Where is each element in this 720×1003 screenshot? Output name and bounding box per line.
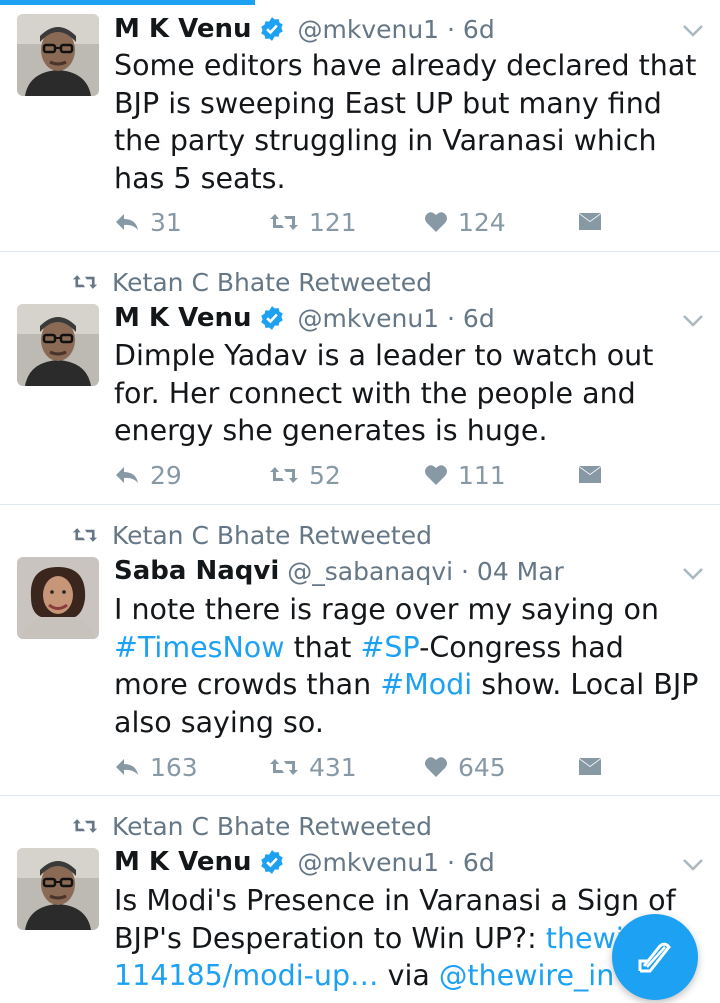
avatar[interactable] (17, 14, 99, 96)
tweet-text: I note there is rage over my saying on #… (114, 591, 704, 741)
retweet-icon (72, 275, 98, 289)
reply-count: 29 (150, 460, 182, 490)
retweeted-by-label[interactable]: Ketan C Bhate Retweeted (112, 268, 432, 297)
retweet-icon (270, 759, 298, 775)
heart-icon (425, 757, 447, 777)
text-segment: that (284, 630, 361, 664)
text-segment: I note there is rage over my saying on (114, 593, 659, 626)
compose-tweet-icon (638, 942, 671, 973)
author-name[interactable]: M K Venu (114, 847, 251, 877)
retweet-icon (270, 214, 298, 230)
avatar[interactable] (17, 304, 99, 386)
url-link[interactable]: 114185/modi-up… (114, 959, 379, 992)
author-handle[interactable]: @mkvenu1 · 6d (297, 15, 494, 44)
author-name[interactable]: M K Venu (114, 14, 251, 44)
author-handle[interactable]: @mkvenu1 · 6d (297, 304, 494, 333)
verified-badge-icon (261, 17, 284, 41)
retweet-context: Ketan C Bhate Retweeted (72, 811, 432, 841)
like-button[interactable]: 111 (424, 458, 506, 492)
retweet-button[interactable]: 121 (269, 205, 357, 239)
verified-badge-icon (261, 850, 284, 874)
text-segment: via (378, 959, 439, 992)
retweet-icon (72, 819, 98, 833)
tweet-actions: 31 121 124 (114, 205, 614, 239)
avatar[interactable] (17, 848, 99, 930)
chevron-down-icon[interactable] (682, 567, 704, 581)
compose-tweet-button[interactable] (612, 914, 698, 1000)
heart-icon (425, 465, 447, 485)
tweet-header: M K Venu @mkvenu1 · 6d (114, 301, 680, 335)
reply-button[interactable]: 31 (114, 205, 182, 239)
reply-count: 31 (150, 207, 182, 237)
like-count: 645 (458, 752, 506, 782)
tweet-text: Dimple Yadav is a leader to watch out fo… (114, 339, 654, 447)
hashtag-link[interactable]: #SP (361, 631, 420, 664)
chevron-down-icon[interactable] (682, 314, 704, 328)
like-button[interactable]: 645 (424, 750, 506, 784)
direct-message-icon (579, 466, 601, 483)
reply-icon (116, 214, 138, 230)
retweet-count: 52 (309, 460, 341, 490)
reply-button[interactable]: 163 (114, 750, 198, 784)
hashtag-link[interactable]: #Modi (380, 668, 472, 701)
retweeted-by-label[interactable]: Ketan C Bhate Retweeted (112, 521, 432, 550)
retweeted-by-label[interactable]: Ketan C Bhate Retweeted (112, 812, 432, 841)
tweet-card[interactable]: M K Venu @mkvenu1 · 6d Some editors have… (0, 0, 720, 252)
heart-icon (425, 212, 447, 232)
retweet-context: Ketan C Bhate Retweeted (72, 267, 432, 297)
tweet-header: M K Venu @mkvenu1 · 6d (114, 845, 680, 879)
retweet-icon (270, 467, 298, 483)
tweet-header: Saba Naqvi @_sabanaqvi · 04 Mar (114, 554, 680, 588)
direct-message-button[interactable] (578, 205, 612, 239)
tweet-card[interactable]: Ketan C Bhate Retweeted Saba Naqvi @_sab… (0, 505, 720, 796)
author-name[interactable]: M K Venu (114, 303, 251, 333)
retweet-count: 121 (309, 207, 357, 237)
verified-badge-icon (261, 306, 284, 330)
avatar[interactable] (17, 557, 99, 639)
chevron-down-icon[interactable] (682, 858, 704, 872)
like-count: 111 (458, 460, 506, 490)
direct-message-icon (579, 213, 601, 230)
tweet-card[interactable]: Ketan C Bhate Retweeted M K Venu @mkvenu… (0, 796, 720, 1003)
tweet-text: Some editors have already declared that … (114, 49, 697, 195)
reply-button[interactable]: 29 (114, 458, 182, 492)
like-count: 124 (458, 207, 506, 237)
retweet-button[interactable]: 52 (269, 458, 341, 492)
retweet-count: 431 (309, 752, 357, 782)
reply-count: 163 (150, 752, 198, 782)
direct-message-icon (579, 758, 601, 775)
tweet-actions: 163 431 645 (114, 750, 614, 784)
hashtag-link[interactable]: #TimesNow (114, 631, 285, 664)
retweet-button[interactable]: 431 (269, 750, 357, 784)
tweet-card[interactable]: Ketan C Bhate Retweeted M K Venu @mkvenu… (0, 252, 720, 505)
reply-icon (116, 467, 138, 483)
author-handle[interactable]: @mkvenu1 · 6d (297, 848, 494, 877)
chevron-down-icon[interactable] (682, 24, 704, 38)
like-button[interactable]: 124 (424, 205, 506, 239)
direct-message-button[interactable] (578, 458, 612, 492)
tweet-actions: 29 52 111 (114, 458, 614, 492)
tweet-header: M K Venu @mkvenu1 · 6d (114, 12, 680, 46)
retweet-icon (72, 528, 98, 542)
reply-icon (116, 759, 138, 775)
retweet-context: Ketan C Bhate Retweeted (72, 520, 432, 550)
author-name[interactable]: Saba Naqvi (114, 556, 279, 586)
author-handle[interactable]: @_sabanaqvi · 04 Mar (287, 557, 564, 586)
direct-message-button[interactable] (578, 750, 612, 784)
mention-link[interactable]: @thewire_in (439, 959, 614, 992)
